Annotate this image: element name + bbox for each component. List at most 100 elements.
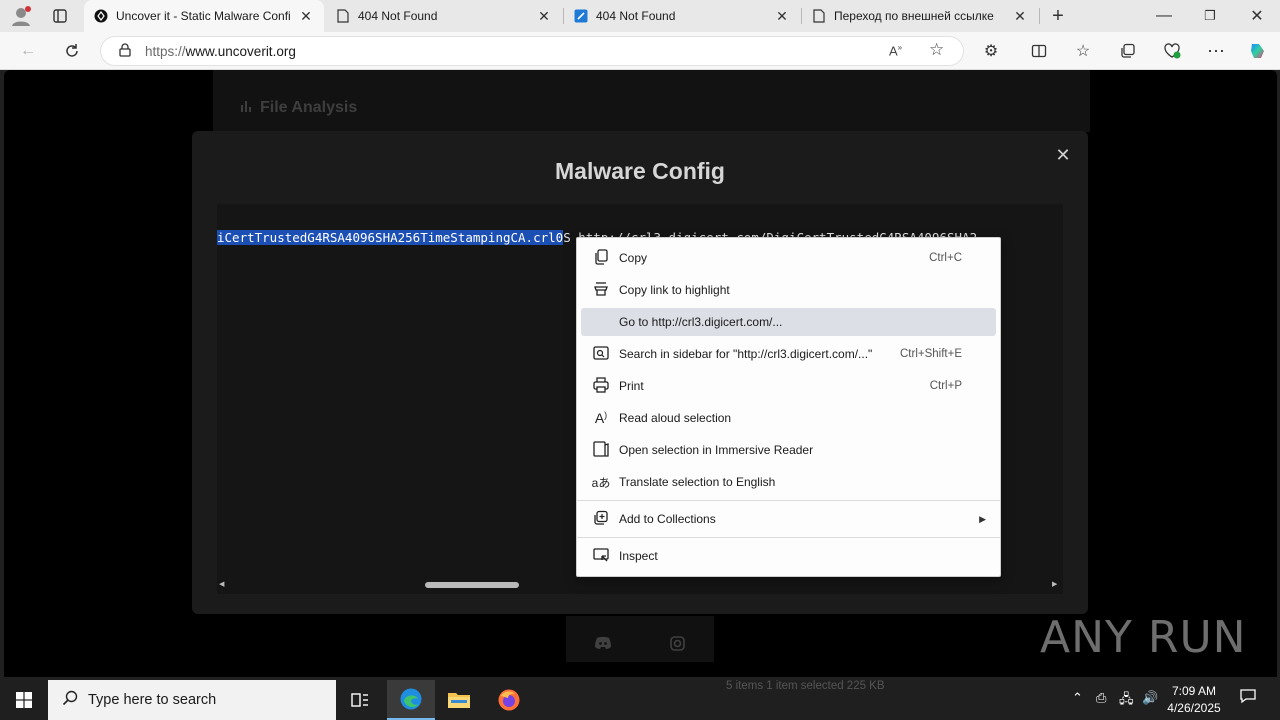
page-icon (812, 9, 826, 23)
url-text: https://www.uncoverit.org (145, 44, 296, 59)
address-bar[interactable]: https://www.uncoverit.org A» ☆ (100, 36, 964, 66)
close-icon[interactable]: ✕ (536, 8, 552, 25)
selected-text[interactable]: iCertTrustedG4RSA4096SHA256TimeStampingC… (217, 230, 564, 245)
restore-icon[interactable]: ❐ (1196, 2, 1224, 30)
chevron-up-icon[interactable]: ⌃ (1072, 690, 1083, 706)
copy-icon (591, 248, 611, 268)
device-icon[interactable]: ⎙ (1096, 690, 1106, 706)
read-aloud-icon: A) (594, 410, 608, 426)
menu-item-label: Translate selection to English (619, 475, 776, 489)
edge-app-icon[interactable] (387, 680, 435, 720)
collections-icon (591, 510, 611, 529)
page-icon (336, 9, 350, 23)
footer-social-bar (566, 616, 714, 662)
context-menu: Copy Ctrl+C Copy link to highlight Go to… (576, 237, 1001, 577)
tab-divider (1039, 8, 1040, 24)
menu-item-label: Inspect (619, 549, 658, 563)
split-screen-icon[interactable] (1025, 37, 1053, 65)
favorite-star-icon[interactable]: ☆ (929, 40, 944, 60)
tab-404-2[interactable]: 404 Not Found ✕ (564, 0, 800, 32)
menu-item-immersive-reader[interactable]: Open selection in Immersive Reader (581, 436, 996, 464)
print-icon (591, 376, 611, 396)
discord-icon[interactable] (594, 636, 612, 653)
new-tab-icon[interactable]: + (1044, 2, 1072, 30)
task-view-icon[interactable] (336, 680, 384, 720)
menu-item-label: Open selection in Immersive Reader (619, 443, 814, 457)
tab-title: Uncover it - Static Malware Confi (116, 9, 291, 23)
close-window-icon[interactable]: ✕ (1243, 2, 1271, 30)
menu-item-label: Add to Collections (619, 512, 716, 526)
menu-item-copy-link-to-highlight[interactable]: Copy link to highlight (581, 276, 996, 304)
tab-title: Переход по внешней ссылке (834, 9, 994, 23)
taskbar-search-box[interactable]: Type here to search (48, 680, 336, 720)
extensions-icon[interactable]: ⚙ (977, 37, 1005, 65)
notifications-icon[interactable] (1240, 688, 1256, 707)
menu-item-label: Go to http://crl3.digicert.com/... (619, 315, 783, 329)
menu-item-inspect[interactable]: Inspect (581, 542, 996, 570)
search-placeholder: Type here to search (88, 692, 217, 708)
menu-item-label: Read aloud selection (619, 411, 732, 425)
tab-actions-icon[interactable] (46, 2, 74, 30)
inspect-icon (591, 547, 611, 566)
section-title: File Analysis (240, 99, 357, 117)
file-explorer-icon[interactable] (435, 680, 483, 720)
menu-item-search-in-sidebar[interactable]: Search in sidebar for "http://crl3.digic… (581, 340, 996, 368)
scroll-right-arrow-icon[interactable]: ▶ (1052, 580, 1060, 588)
clock-date: 4/26/2025 (1167, 701, 1221, 715)
highlight-link-icon (591, 281, 611, 300)
section-title-text: File Analysis (260, 99, 358, 116)
url-protocol: https:// (145, 43, 186, 59)
close-icon[interactable]: ✕ (298, 8, 314, 25)
horizontal-scrollbar-thumb[interactable] (425, 582, 519, 588)
menu-item-shortcut: Ctrl+P (929, 380, 962, 392)
menu-item-add-to-collections[interactable]: Add to Collections ▶ (581, 505, 996, 533)
menu-item-label: Print (619, 379, 644, 393)
uncoverit-favicon-icon (94, 9, 108, 23)
taskbar-clock[interactable]: 7:09 AM 4/26/2025 (1162, 683, 1226, 717)
volume-icon[interactable]: 🔊 (1142, 690, 1158, 706)
tab-title: 404 Not Found (596, 9, 676, 23)
menu-item-copy[interactable]: Copy Ctrl+C (581, 244, 996, 272)
menu-item-translate[interactable]: aあ Translate selection to English (581, 468, 996, 496)
tab-uncoverit[interactable]: Uncover it - Static Malware Confi ✕ (84, 0, 324, 32)
read-aloud-icon[interactable]: A» (889, 43, 902, 58)
profile-avatar[interactable] (10, 5, 34, 27)
more-options-icon[interactable]: ⋯ (1202, 37, 1230, 65)
submenu-arrow-icon: ▶ (979, 513, 986, 524)
menu-separator (577, 537, 1000, 538)
immersive-reader-icon (591, 440, 611, 460)
url-host: www.uncoverit.org (185, 43, 296, 59)
menu-item-shortcut: Ctrl+Shift+E (900, 348, 962, 360)
menu-item-go-to-link[interactable]: Go to http://crl3.digicert.com/... (581, 308, 996, 336)
collections-icon[interactable] (1114, 37, 1142, 65)
minimize-icon[interactable]: — (1150, 2, 1178, 30)
back-icon[interactable]: ← (14, 37, 42, 65)
sidebar-search-icon (591, 345, 611, 364)
favorites-icon[interactable]: ☆ (1069, 37, 1097, 65)
menu-item-label: Search in sidebar for "http://crl3.digic… (619, 347, 873, 361)
browser-essentials-icon[interactable] (1158, 37, 1186, 65)
network-icon[interactable]: 🖧 (1119, 690, 1134, 712)
search-icon (62, 690, 78, 710)
close-icon[interactable]: ✕ (774, 8, 790, 25)
menu-item-shortcut: Ctrl+C (929, 252, 962, 264)
windows-start-icon[interactable] (0, 680, 48, 720)
blue-site-icon (574, 9, 588, 23)
menu-item-label: Copy link to highlight (619, 283, 730, 297)
background-window-status: 5 items 1 item selected 225 KB (726, 680, 885, 692)
tab-external-link[interactable]: Переход по внешней ссылке ✕ (802, 0, 1038, 32)
refresh-icon[interactable] (58, 37, 86, 65)
menu-item-print[interactable]: Print Ctrl+P (581, 372, 996, 400)
lock-icon[interactable] (119, 42, 131, 60)
close-icon[interactable]: ✕ (1012, 8, 1028, 25)
clock-time: 7:09 AM (1171, 684, 1217, 698)
anyrun-watermark: ANY RUN (1040, 612, 1247, 663)
scroll-left-arrow-icon[interactable]: ◀ (219, 580, 227, 588)
menu-item-label: Copy (619, 251, 648, 265)
copilot-icon[interactable] (1244, 37, 1272, 65)
instagram-icon[interactable] (670, 636, 685, 654)
menu-item-read-aloud[interactable]: A) Read aloud selection (581, 404, 996, 432)
tab-404-1[interactable]: 404 Not Found ✕ (326, 0, 562, 32)
firefox-icon[interactable] (485, 680, 533, 720)
close-icon[interactable]: ✕ (1053, 145, 1073, 165)
